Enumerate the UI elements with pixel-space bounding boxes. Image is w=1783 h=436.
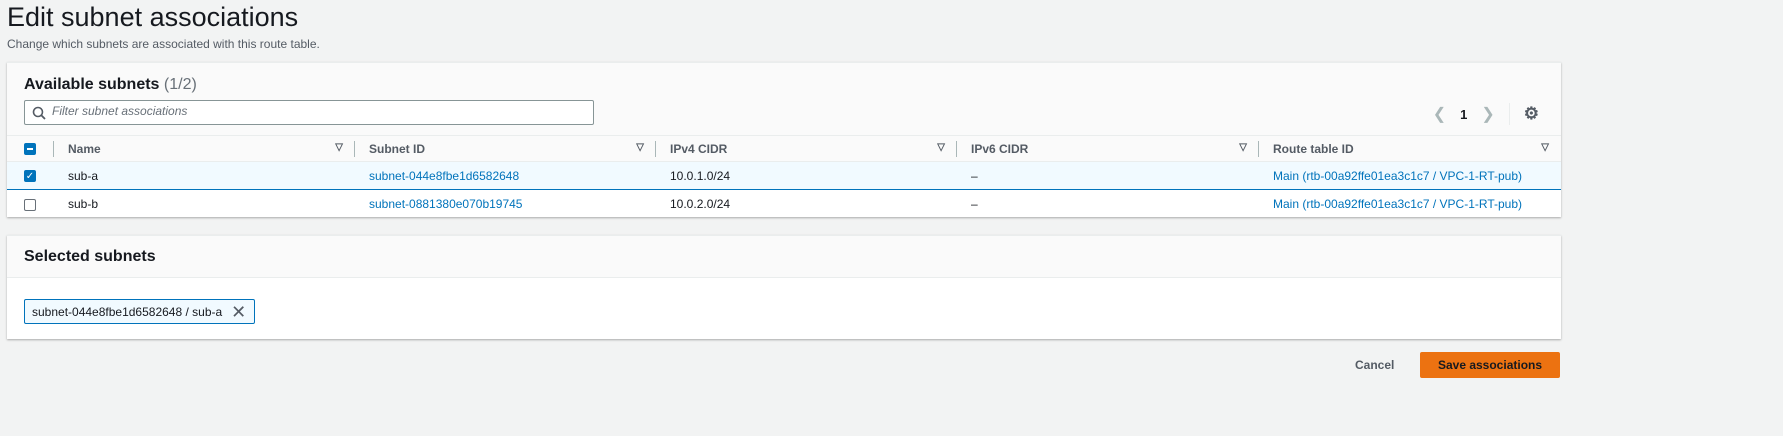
page-number[interactable]: 1 <box>1460 107 1467 122</box>
column-label: Route table ID <box>1273 141 1354 156</box>
panel-title-text: Available subnets <box>24 76 160 93</box>
cell-ipv6: – <box>957 161 1259 190</box>
sort-icon[interactable]: ▽ <box>1239 142 1247 153</box>
selected-token: subnet-044e8fbe1d6582648 / sub-a ✕ <box>24 299 256 324</box>
page-title: Edit subnet associations <box>7 2 299 32</box>
table-row[interactable]: sub-b subnet-0881380e070b19745 10.0.2.0/… <box>7 190 1561 218</box>
panel-title: Available subnets (1/2) <box>24 76 197 94</box>
row-checkbox[interactable]: ✓ <box>24 170 36 183</box>
token-label: subnet-044e8fbe1d6582648 / sub-a <box>32 304 223 319</box>
page-description: Change which subnets are associated with… <box>7 37 320 51</box>
subnet-id-link[interactable]: subnet-044e8fbe1d6582648 <box>369 169 519 183</box>
sort-icon[interactable]: ▽ <box>636 142 644 153</box>
table-row[interactable]: ✓ sub-a subnet-044e8fbe1d6582648 10.0.1.… <box>7 161 1561 190</box>
cell-name: sub-b <box>68 196 99 211</box>
column-label: Subnet ID <box>369 141 425 156</box>
table-header: Name ▽ Subnet ID ▽ IPv4 CIDR ▽ IPv6 CIDR ▽ R… <box>7 135 1561 162</box>
cancel-button[interactable]: Cancel <box>1355 358 1394 372</box>
search-icon <box>32 106 46 120</box>
cell-ipv6: – <box>971 196 978 211</box>
available-subnets-panel: Available subnets (1/2) ❮ 1 ❯ ⚙ Name ▽ Su… <box>7 62 1561 217</box>
save-associations-button[interactable]: Save associations <box>1420 352 1560 378</box>
subnets-table: Name ▽ Subnet ID ▽ IPv4 CIDR ▽ IPv6 CIDR ▽ R… <box>7 135 1561 218</box>
panel-header: Available subnets (1/2) ❮ 1 ❯ ⚙ <box>7 63 1561 136</box>
subnet-id-link[interactable]: subnet-0881380e070b19745 <box>369 197 522 211</box>
column-label: Name <box>68 141 101 156</box>
select-all-checkbox[interactable] <box>24 143 36 156</box>
column-ipv4[interactable]: IPv4 CIDR ▽ <box>656 135 957 162</box>
column-label: IPv6 CIDR <box>971 141 1029 156</box>
sort-icon[interactable]: ▽ <box>937 142 945 153</box>
sort-icon[interactable]: ▽ <box>335 142 343 153</box>
column-name[interactable]: Name ▽ <box>54 135 355 162</box>
pagination: ❮ 1 ❯ ⚙ <box>1433 103 1539 125</box>
route-table-link[interactable]: Main (rtb-00a92ffe01ea3c1c7 / VPC-1-RT-p… <box>1273 197 1522 211</box>
selection-count: (1/2) <box>163 76 197 93</box>
column-subnet-id[interactable]: Subnet ID ▽ <box>355 135 656 162</box>
close-icon[interactable]: ✕ <box>231 303 246 321</box>
cell-ipv4: 10.0.1.0/24 <box>656 161 957 190</box>
column-route-table[interactable]: Route table ID ▽ <box>1259 135 1561 162</box>
chevron-left-icon[interactable]: ❮ <box>1433 104 1446 124</box>
column-ipv6[interactable]: IPv6 CIDR ▽ <box>957 135 1259 162</box>
cell-ipv4: 10.0.2.0/24 <box>670 196 731 211</box>
filter-search[interactable] <box>24 100 594 125</box>
gear-icon[interactable]: ⚙ <box>1524 104 1539 124</box>
row-checkbox[interactable] <box>24 198 36 211</box>
chevron-right-icon[interactable]: ❯ <box>1481 104 1494 124</box>
divider <box>1508 103 1510 125</box>
column-label: IPv4 CIDR <box>670 141 728 156</box>
filter-input[interactable] <box>52 104 582 118</box>
route-table-link[interactable]: Main (rtb-00a92ffe01ea3c1c7 / VPC-1-RT-p… <box>1273 169 1522 183</box>
selected-subnets-panel: Selected subnets subnet-044e8fbe1d658264… <box>7 235 1561 339</box>
sort-icon[interactable]: ▽ <box>1541 142 1549 153</box>
panel-title: Selected subnets <box>24 248 156 265</box>
cell-name: sub-a <box>54 161 355 190</box>
